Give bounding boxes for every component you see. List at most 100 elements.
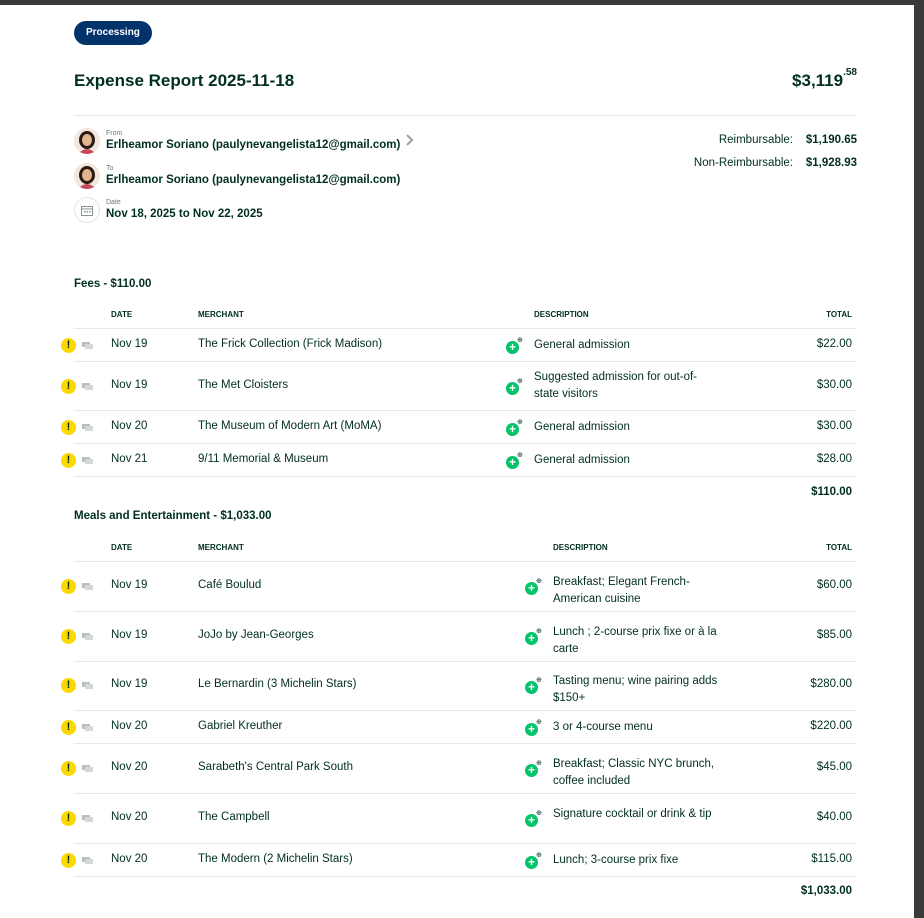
row-date: Nov 20: [111, 853, 148, 865]
warning-icon[interactable]: !: [61, 678, 76, 693]
table-row[interactable]: ! Nov 19 JoJo by Jean-Georges + ⊕ Lunch …: [61, 612, 857, 661]
receipt-icon: [82, 342, 93, 349]
row-date: Nov 21: [111, 453, 148, 465]
warning-icon[interactable]: !: [61, 579, 76, 594]
add-attendee-badge: ⊕: [517, 378, 523, 385]
table-row[interactable]: ! Nov 20 The Modern (2 Michelin Stars) +…: [61, 844, 857, 877]
warning-icon[interactable]: !: [61, 720, 76, 735]
table-row[interactable]: ! Nov 20 The Campbell + ⊕ Signature cock…: [61, 794, 857, 843]
row-description: Suggested admission for out-of-state vis…: [534, 371, 698, 400]
row-description: Lunch; 3-course prix fixe: [553, 854, 679, 866]
from-label: From: [106, 130, 123, 137]
table-row[interactable]: ! Nov 20 The Museum of Modern Art (MoMA)…: [61, 411, 857, 444]
section-title-meals: Meals and Entertainment - $1,033.00: [74, 510, 272, 522]
table-row[interactable]: ! Nov 19 Café Boulud + ⊕ Breakfast; Eleg…: [61, 562, 857, 611]
receipt-icon: [82, 682, 93, 689]
col-total: TOTAL: [826, 310, 852, 319]
add-attendee-badge: ⊕: [517, 419, 523, 426]
receipt-icon: [82, 583, 93, 590]
warning-icon[interactable]: !: [61, 379, 76, 394]
warning-icon[interactable]: !: [61, 629, 76, 644]
warning-icon[interactable]: !: [61, 338, 76, 353]
row-total: $220.00: [810, 720, 852, 732]
row-merchant: Sarabeth's Central Park South: [198, 761, 353, 773]
chevron-right-icon[interactable]: [404, 134, 414, 146]
row-merchant: Café Boulud: [198, 579, 262, 591]
add-attendee-badge: ⊕: [536, 852, 542, 859]
table-row[interactable]: ! Nov 20 Gabriel Kreuther + ⊕ 3 or 4-cou…: [61, 711, 857, 744]
section-title-fees: Fees - $110.00: [74, 278, 152, 290]
row-description: Lunch ; 2-course prix fixe or à la carte: [553, 626, 717, 655]
report-total-main: $3,119: [792, 71, 844, 90]
date-value: Nov 18, 2025 to Nov 22, 2025: [106, 208, 263, 220]
row-date: Nov 19: [111, 678, 148, 690]
row-description: 3 or 4-course menu: [553, 721, 653, 733]
table-row[interactable]: ! Nov 19 The Met Cloisters + ⊕ Suggested…: [61, 362, 857, 411]
to-value: Erlheamor Soriano (paulynevangelista12@g…: [106, 174, 401, 186]
warning-icon[interactable]: !: [61, 853, 76, 868]
receipt-icon: [82, 633, 93, 640]
row-total: $30.00: [816, 379, 852, 391]
avatar-image: [74, 128, 100, 154]
row-date: Nov 19: [111, 338, 148, 350]
row-description: General admission: [534, 339, 630, 351]
row-total: $60.00: [816, 579, 852, 591]
add-attendee-badge: ⊕: [536, 578, 542, 585]
row-total: $45.00: [816, 761, 852, 773]
receipt-icon: [82, 383, 93, 390]
table-row[interactable]: ! Nov 21 9/11 Memorial & Museum + ⊕ Gene…: [61, 444, 857, 477]
row-total: $115.00: [811, 853, 852, 865]
row-date: Nov 20: [111, 761, 148, 773]
row-divider: [74, 876, 857, 877]
warning-icon[interactable]: !: [61, 453, 76, 468]
from-value[interactable]: Erlheamor Soriano (paulynevangelista12@g…: [106, 139, 400, 151]
to-avatar: [74, 163, 100, 189]
add-attendee-badge: ⊕: [536, 628, 542, 635]
row-merchant: The Campbell: [198, 811, 270, 823]
date-label: Date: [106, 199, 121, 206]
row-date: Nov 20: [111, 420, 148, 432]
col-description: DESCRIPTION: [553, 543, 608, 552]
col-description: DESCRIPTION: [534, 310, 589, 319]
warning-icon[interactable]: !: [61, 811, 76, 826]
col-merchant: MERCHANT: [198, 543, 244, 552]
row-description: Breakfast; Elegant French-American cuisi…: [553, 576, 690, 605]
table-row[interactable]: ! Nov 19 Le Bernardin (3 Michelin Stars)…: [61, 662, 857, 710]
table-row[interactable]: ! Nov 20 Sarabeth's Central Park South +…: [61, 744, 857, 793]
from-avatar: [74, 128, 100, 154]
calendar-icon: [74, 197, 100, 223]
col-date: DATE: [111, 543, 133, 552]
row-merchant: The Met Cloisters: [198, 379, 289, 391]
receipt-icon: [82, 424, 93, 431]
row-total: $28.00: [816, 453, 852, 465]
row-date: Nov 19: [111, 629, 148, 641]
status-badge: Processing: [74, 21, 152, 45]
row-merchant: The Modern (2 Michelin Stars): [198, 853, 353, 865]
row-total: $40.00: [816, 811, 852, 823]
row-description: General admission: [534, 454, 630, 466]
section-subtotal-fees: $110.00: [811, 486, 852, 498]
row-total: $280.00: [810, 678, 852, 690]
non-reimbursable-label: Non-Reimbursable:: [693, 157, 793, 169]
row-divider: [74, 476, 857, 477]
table-header-fees: DATE MERCHANT DESCRIPTION TOTAL: [74, 307, 857, 327]
table-row[interactable]: ! Nov 19 The Frick Collection (Frick Mad…: [61, 329, 857, 362]
row-total: $30.00: [816, 420, 852, 432]
section-subtotal-meals: $1,033.00: [800, 885, 852, 897]
add-attendee-badge: ⊕: [536, 719, 542, 726]
non-reimbursable-value: $1,928.93: [805, 157, 857, 169]
warning-icon[interactable]: !: [61, 420, 76, 435]
reimbursable-label: Reimbursable:: [718, 134, 793, 146]
reimbursable-value: $1,190.65: [805, 134, 857, 146]
report-total-cents: .58: [843, 67, 857, 78]
warning-icon[interactable]: !: [61, 761, 76, 776]
table-header-meals: DATE MERCHANT DESCRIPTION TOTAL: [74, 540, 857, 560]
receipt-icon: [82, 857, 93, 864]
row-merchant: The Museum of Modern Art (MoMA): [198, 420, 382, 432]
row-date: Nov 19: [111, 379, 148, 391]
row-description: Tasting menu; wine pairing adds $150+: [553, 675, 718, 704]
receipt-icon: [82, 724, 93, 731]
receipt-icon: [82, 457, 93, 464]
report-title: Expense Report 2025-11-18: [74, 71, 295, 90]
avatar-image: [74, 163, 100, 189]
